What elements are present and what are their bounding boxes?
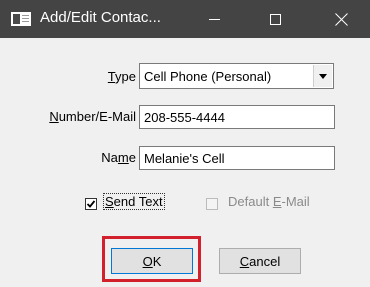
ok-button[interactable]: OK [111,248,193,274]
maximize-icon [269,13,281,25]
number-email-field[interactable] [139,105,335,129]
send-text-checkbox[interactable] [85,198,97,210]
type-select-value: Cell Phone (Personal) [144,69,272,84]
window-title: Add/Edit Contac... [40,9,161,26]
chevron-down-icon [319,73,327,79]
type-select[interactable]: Cell Phone (Personal) [139,63,334,89]
name-label: Name [101,150,136,165]
add-edit-contact-dialog: Add/Edit Contac... Type Cell Phone (Pers… [0,0,370,287]
default-email-label[interactable]: Default E-Mail [228,194,310,209]
minimize-icon [208,18,220,20]
default-email-checkbox[interactable] [206,198,218,210]
send-text-label[interactable]: Send Text [103,193,165,210]
minimize-button[interactable] [191,0,237,38]
app-window-icon [11,12,31,26]
type-label: Type [107,69,136,84]
close-button[interactable] [318,0,364,38]
maximize-button[interactable] [252,0,298,38]
title-bar[interactable]: Add/Edit Contac... [0,0,370,38]
cancel-button[interactable]: Cancel [219,248,301,274]
number-email-label: Number/E-Mail [49,109,136,124]
close-icon [334,12,349,27]
name-field[interactable] [139,146,335,170]
checkmark-icon [86,200,96,208]
dropdown-arrow-button[interactable] [313,65,332,87]
